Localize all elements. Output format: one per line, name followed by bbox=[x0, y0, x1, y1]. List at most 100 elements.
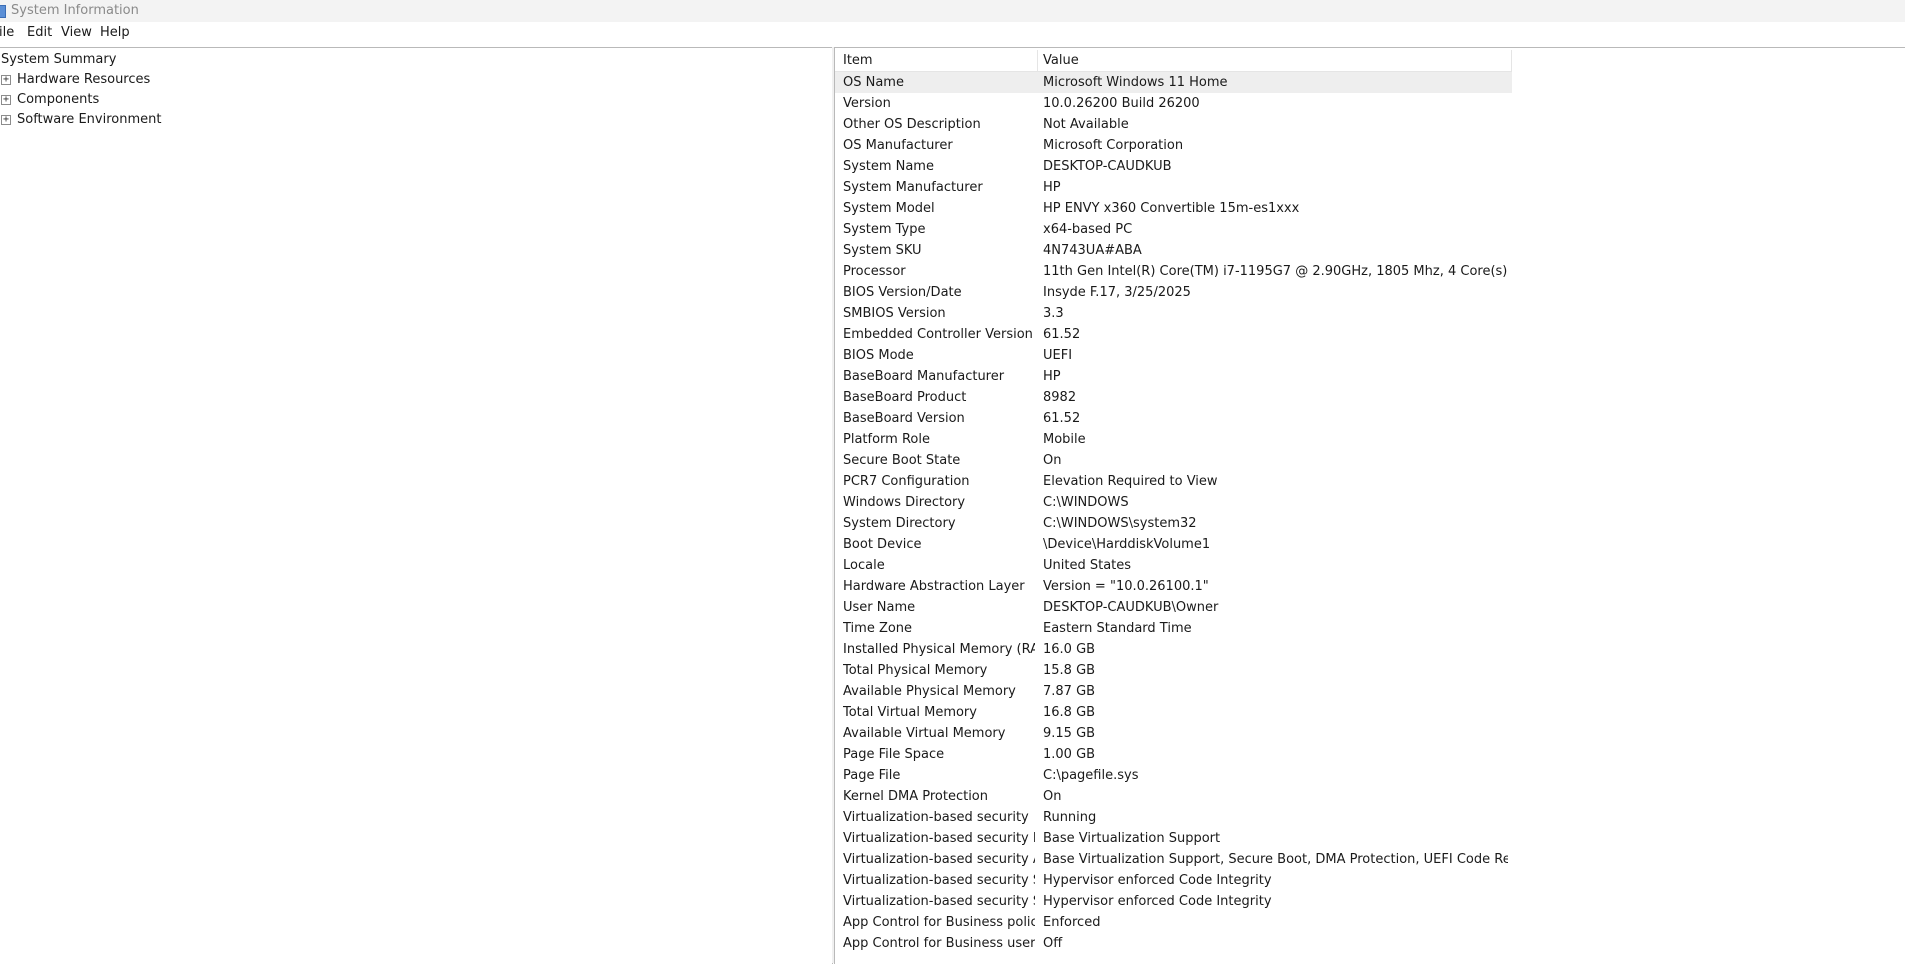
cell-item: OS Name bbox=[843, 75, 904, 90]
cell-value: Running bbox=[1043, 810, 1097, 825]
table-row[interactable]: Other OS Description Not Available bbox=[835, 114, 1512, 135]
cell-value: 10.0.26200 Build 26200 bbox=[1043, 96, 1200, 111]
cell-value: 7.87 GB bbox=[1043, 684, 1096, 699]
table-row[interactable]: Embedded Controller Version 61.52 bbox=[835, 324, 1512, 345]
expand-plus-icon[interactable]: + bbox=[1, 75, 11, 85]
table-row[interactable]: SMBIOS Version 3.3 bbox=[835, 303, 1512, 324]
table-row[interactable]: Processor 11th Gen Intel(R) Core(TM) i7-1… bbox=[835, 261, 1512, 282]
cell-item: User Name bbox=[843, 600, 916, 615]
table-row[interactable]: Virtualization-based security Se... Hyper… bbox=[835, 891, 1512, 912]
cell-item: BIOS Version/Date bbox=[843, 285, 962, 300]
cell-item: Locale bbox=[843, 558, 885, 573]
table-row[interactable]: Secure Boot State On bbox=[835, 450, 1512, 471]
menu-help[interactable]: Help bbox=[100, 25, 130, 40]
table-row[interactable]: Installed Physical Memory (RAM) 16.0 GB bbox=[835, 639, 1512, 660]
table-row[interactable]: Total Physical Memory 15.8 GB bbox=[835, 660, 1512, 681]
table-row[interactable]: Virtualization-based security Se... Hyper… bbox=[835, 870, 1512, 891]
cell-value: C:\WINDOWS bbox=[1043, 495, 1129, 510]
cell-value: 4N743UA#ABA bbox=[1043, 243, 1142, 258]
cell-value: Off bbox=[1043, 936, 1063, 951]
table-row[interactable]: BaseBoard Product 8982 bbox=[835, 387, 1512, 408]
table-row[interactable]: Windows Directory C:\WINDOWS bbox=[835, 492, 1512, 513]
table-row[interactable]: System Manufacturer HP bbox=[835, 177, 1512, 198]
table-row[interactable]: OS Manufacturer Microsoft Corporation bbox=[835, 135, 1512, 156]
table-row[interactable]: Kernel DMA Protection On bbox=[835, 786, 1512, 807]
table-row[interactable]: OS Name Microsoft Windows 11 Home bbox=[835, 72, 1512, 93]
category-tree-pane[interactable]: System Summary + Hardware Resources + Co… bbox=[0, 47, 833, 964]
cell-item: BIOS Mode bbox=[843, 348, 914, 363]
table-row[interactable]: Locale United States bbox=[835, 555, 1512, 576]
cell-value: 16.0 GB bbox=[1043, 642, 1096, 657]
cell-item: System Name bbox=[843, 159, 934, 174]
details-rows: OS Name Microsoft Windows 11 Home Version 1… bbox=[835, 72, 1512, 954]
title-bar: System Information bbox=[0, 0, 1905, 22]
cell-item: App Control for Business user ... bbox=[843, 936, 1035, 951]
table-row[interactable]: Available Physical Memory 7.87 GB bbox=[835, 681, 1512, 702]
table-row[interactable]: User Name DESKTOP-CAUDKUB\Owner bbox=[835, 597, 1512, 618]
table-row[interactable]: Hardware Abstraction Layer Version = "10.… bbox=[835, 576, 1512, 597]
table-row[interactable]: System Type x64-based PC bbox=[835, 219, 1512, 240]
tree-node-label: Components bbox=[17, 92, 100, 107]
cell-item: OS Manufacturer bbox=[843, 138, 953, 153]
table-row[interactable]: Virtualization-based security Re... Base … bbox=[835, 828, 1512, 849]
table-row[interactable]: Virtualization-based security Running bbox=[835, 807, 1512, 828]
cell-value: C:\WINDOWS\system32 bbox=[1043, 516, 1197, 531]
table-row[interactable]: BaseBoard Manufacturer HP bbox=[835, 366, 1512, 387]
cell-item: Other OS Description bbox=[843, 117, 981, 132]
cell-item: Available Physical Memory bbox=[843, 684, 1016, 699]
cell-item: Installed Physical Memory (RAM) bbox=[843, 642, 1035, 657]
cell-item: Hardware Abstraction Layer bbox=[843, 579, 1025, 594]
column-header-item[interactable]: Item bbox=[843, 50, 873, 71]
table-row[interactable]: Virtualization-based security Av... Base … bbox=[835, 849, 1512, 870]
table-row[interactable]: System SKU 4N743UA#ABA bbox=[835, 240, 1512, 261]
table-row[interactable]: Version 10.0.26200 Build 26200 bbox=[835, 93, 1512, 114]
table-row[interactable]: BIOS Mode UEFI bbox=[835, 345, 1512, 366]
cell-item: BaseBoard Version bbox=[843, 411, 965, 426]
table-row[interactable]: Total Virtual Memory 16.8 GB bbox=[835, 702, 1512, 723]
list-header: Item Value bbox=[835, 50, 1512, 72]
cell-item: Boot Device bbox=[843, 537, 922, 552]
table-row[interactable]: Platform Role Mobile bbox=[835, 429, 1512, 450]
cell-value: Version = "10.0.26100.1" bbox=[1043, 579, 1209, 594]
column-divider[interactable] bbox=[1511, 50, 1512, 71]
cell-item: Kernel DMA Protection bbox=[843, 789, 988, 804]
table-row[interactable]: Time Zone Eastern Standard Time bbox=[835, 618, 1512, 639]
menu-view[interactable]: View bbox=[61, 25, 92, 40]
table-row[interactable]: Page File Space 1.00 GB bbox=[835, 744, 1512, 765]
cell-value: 11th Gen Intel(R) Core(TM) i7-1195G7 @ 2… bbox=[1043, 264, 1508, 279]
cell-item: System SKU bbox=[843, 243, 922, 258]
table-row[interactable]: PCR7 Configuration Elevation Required to … bbox=[835, 471, 1512, 492]
details-list-pane[interactable]: Item Value OS Name Microsoft Windows 11 H… bbox=[834, 47, 1905, 964]
expand-plus-icon[interactable]: + bbox=[1, 95, 11, 105]
cell-value: 15.8 GB bbox=[1043, 663, 1096, 678]
cell-item: Windows Directory bbox=[843, 495, 966, 510]
table-row[interactable]: BIOS Version/Date Insyde F.17, 3/25/2025 bbox=[835, 282, 1512, 303]
cell-item: PCR7 Configuration bbox=[843, 474, 970, 489]
cell-value: HP bbox=[1043, 180, 1061, 195]
menu-edit[interactable]: Edit bbox=[27, 25, 52, 40]
table-row[interactable]: Page File C:\pagefile.sys bbox=[835, 765, 1512, 786]
table-row[interactable]: System Model HP ENVY x360 Convertible 15m… bbox=[835, 198, 1512, 219]
menu-bar: ile Edit View Help bbox=[0, 22, 1905, 45]
table-row[interactable]: App Control for Business user ... Off bbox=[835, 933, 1512, 954]
column-divider[interactable] bbox=[1037, 50, 1038, 71]
cell-value: Eastern Standard Time bbox=[1043, 621, 1192, 636]
table-row[interactable]: BaseBoard Version 61.52 bbox=[835, 408, 1512, 429]
cell-value: 16.8 GB bbox=[1043, 705, 1096, 720]
cell-value: Insyde F.17, 3/25/2025 bbox=[1043, 285, 1191, 300]
cell-item: Total Virtual Memory bbox=[843, 705, 977, 720]
table-row[interactable]: System Name DESKTOP-CAUDKUB bbox=[835, 156, 1512, 177]
cell-value: Enforced bbox=[1043, 915, 1101, 930]
cell-value: 8982 bbox=[1043, 390, 1077, 405]
table-row[interactable]: Available Virtual Memory 9.15 GB bbox=[835, 723, 1512, 744]
table-row[interactable]: App Control for Business policy Enforced bbox=[835, 912, 1512, 933]
cell-item: BaseBoard Product bbox=[843, 390, 967, 405]
menu-file[interactable]: ile bbox=[0, 25, 14, 40]
table-row[interactable]: System Directory C:\WINDOWS\system32 bbox=[835, 513, 1512, 534]
expand-plus-icon[interactable]: + bbox=[1, 115, 11, 125]
cell-value: 61.52 bbox=[1043, 327, 1081, 342]
tree-node-system-summary[interactable]: System Summary bbox=[1, 52, 116, 71]
window-title: System Information bbox=[11, 3, 139, 18]
table-row[interactable]: Boot Device \Device\HarddiskVolume1 bbox=[835, 534, 1512, 555]
column-header-value[interactable]: Value bbox=[1043, 50, 1079, 71]
